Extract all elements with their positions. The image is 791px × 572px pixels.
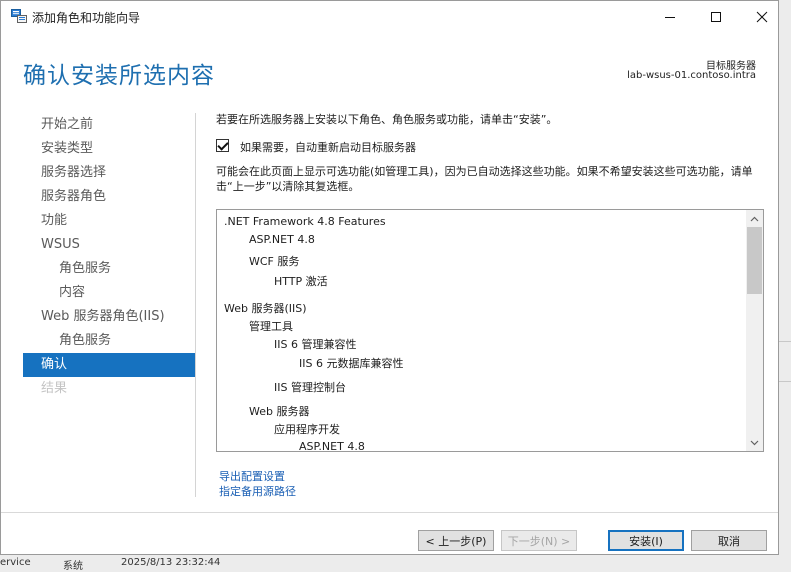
wizard-steps-nav: 开始之前 安装类型 服务器选择 服务器角色 功能 WSUS 角色服务 内容 We…	[23, 113, 195, 401]
list-item: 管理工具	[249, 320, 293, 333]
list-item: ASP.NET 4.8	[249, 233, 315, 246]
list-item: IIS 管理控制台	[274, 381, 346, 394]
nav-server-selection[interactable]: 服务器选择	[23, 161, 195, 185]
target-server-name: lab-wsus-01.contoso.intra	[627, 70, 756, 81]
nav-features[interactable]: 功能	[23, 209, 195, 233]
server-manager-icon	[11, 9, 27, 23]
install-button[interactable]: 安装(I)	[608, 530, 684, 551]
scroll-down-button[interactable]	[746, 434, 763, 451]
close-button[interactable]	[739, 1, 785, 32]
nav-wsus-role-services[interactable]: 角色服务	[23, 257, 195, 281]
minimize-icon	[665, 16, 675, 18]
features-scrollbar[interactable]	[746, 210, 763, 451]
list-item: WCF 服务	[249, 255, 300, 268]
cancel-button[interactable]: 取消	[691, 530, 767, 551]
list-item: .NET Framework 4.8 Features	[224, 215, 386, 228]
scroll-up-button[interactable]	[746, 210, 763, 227]
nav-web-server-role[interactable]: Web 服务器角色(IIS)	[23, 305, 195, 329]
close-icon	[756, 11, 768, 22]
restart-checkbox-label[interactable]: 如果需要，自动重新启动目标服务器	[240, 139, 416, 155]
list-item: HTTP 激活	[274, 275, 328, 288]
list-item: Web 服务器	[249, 405, 310, 418]
features-list[interactable]: .NET Framework 4.8 Features ASP.NET 4.8 …	[216, 209, 764, 452]
nav-confirmation[interactable]: 确认	[23, 353, 195, 377]
restart-checkbox[interactable]	[216, 139, 229, 152]
list-item: Web 服务器(IIS)	[224, 302, 307, 315]
maximize-icon	[711, 11, 721, 22]
intro-text: 若要在所选服务器上安装以下角色、角色服务或功能，请单击“安装”。	[216, 113, 558, 126]
scroll-thumb[interactable]	[747, 227, 762, 294]
background-time-text: 2025/8/13 23:32:44	[121, 557, 221, 568]
background-service-text: ervice	[0, 557, 31, 568]
title-bar[interactable]: 添加角色和功能向导	[1, 1, 778, 32]
chevron-up-icon	[750, 216, 759, 221]
minimize-button[interactable]	[647, 1, 693, 32]
maximize-button[interactable]	[693, 1, 739, 32]
nav-before-you-begin[interactable]: 开始之前	[23, 113, 195, 137]
nav-installation-type[interactable]: 安装类型	[23, 137, 195, 161]
sidebar-divider	[195, 113, 196, 497]
nav-iis-role-services[interactable]: 角色服务	[23, 329, 195, 353]
optional-features-note: 可能会在此页面上显示可选功能(如管理工具)，因为已自动选择这些功能。如果不希望安…	[216, 165, 753, 193]
nav-wsus[interactable]: WSUS	[23, 233, 195, 257]
nav-wsus-content[interactable]: 内容	[23, 281, 195, 305]
nav-results: 结果	[41, 381, 68, 396]
list-item: ASP.NET 4.8	[299, 440, 365, 452]
wizard-window: 添加角色和功能向导 确认安装所选内容 目标服务器 lab-wsus-01.con…	[0, 0, 779, 555]
list-item: IIS 6 管理兼容性	[274, 338, 357, 351]
export-config-link[interactable]: 导出配置设置	[219, 468, 285, 484]
background-line	[779, 381, 791, 382]
alternate-source-link[interactable]: 指定备用源路径	[219, 483, 296, 499]
previous-button[interactable]: < 上一步(P)	[418, 530, 494, 551]
footer-divider	[1, 512, 778, 513]
chevron-down-icon	[750, 440, 759, 445]
background-line	[779, 341, 791, 342]
window-title: 添加角色和功能向导	[32, 11, 141, 25]
next-button[interactable]: 下一步(N) >	[501, 530, 577, 551]
page-title: 确认安装所选内容	[23, 63, 215, 89]
nav-server-roles[interactable]: 服务器角色	[23, 185, 195, 209]
list-item: 应用程序开发	[274, 423, 340, 436]
list-item: IIS 6 元数据库兼容性	[299, 357, 404, 370]
